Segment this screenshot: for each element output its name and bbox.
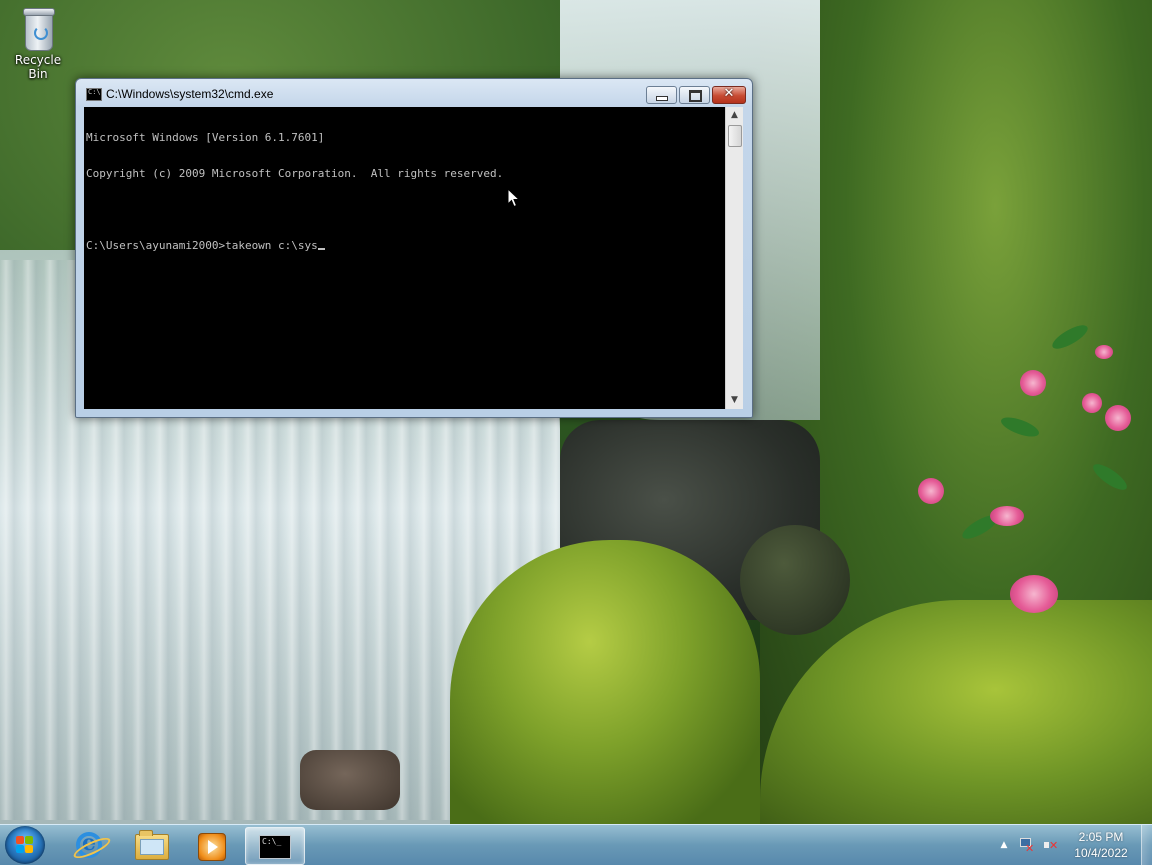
show-desktop-button[interactable] <box>1141 825 1152 865</box>
close-icon: ✕ <box>723 86 735 101</box>
show-hidden-icons-chevron-icon[interactable]: ▲ <box>997 838 1011 852</box>
clock-time: 2:05 PM <box>1078 830 1124 844</box>
maximize-button[interactable] <box>679 86 710 104</box>
wallpaper-flower <box>1082 393 1102 413</box>
minimize-button[interactable] <box>646 86 677 104</box>
cmd-icon: C:\_ <box>259 835 291 859</box>
console-line: Microsoft Windows [Version 6.1.7601] <box>86 131 325 144</box>
console-command-text: C:\Users\ayunami2000>takeown c:\sys <box>86 239 318 252</box>
console-line: Copyright (c) 2009 Microsoft Corporation… <box>86 167 504 180</box>
network-disconnected-icon[interactable] <box>1019 837 1035 855</box>
wallpaper-stone <box>300 750 400 810</box>
taskbar: C:\_ ▲ 2:05 PM 10/4/2022 <box>0 824 1152 865</box>
wallpaper-flower <box>1105 405 1131 431</box>
volume-muted-icon[interactable] <box>1043 837 1059 853</box>
internet-explorer-icon <box>76 830 102 858</box>
console-output: Microsoft Windows [Version 6.1.7601] Cop… <box>86 108 503 276</box>
console-area[interactable]: Microsoft Windows [Version 6.1.7601] Cop… <box>84 107 743 409</box>
close-button[interactable]: ✕ <box>712 86 746 104</box>
scroll-up-arrow-icon[interactable]: ▲ <box>726 107 743 124</box>
wallpaper-flower <box>1095 345 1113 359</box>
recycle-bin-shortcut[interactable]: Recycle Bin <box>4 6 72 81</box>
vertical-scrollbar[interactable]: ▲ ▼ <box>725 107 743 409</box>
wallpaper-flower <box>990 506 1024 526</box>
cmd-app-icon[interactable] <box>86 88 102 101</box>
taskbar-internet-explorer-button[interactable] <box>62 827 116 863</box>
recycle-bin-label: Recycle Bin <box>14 53 62 81</box>
wallpaper-boulder <box>740 525 850 635</box>
clock[interactable]: 2:05 PM 10/4/2022 <box>1067 829 1135 861</box>
system-tray: ▲ 2:05 PM 10/4/2022 <box>995 825 1152 865</box>
cmd-window[interactable]: C:\Windows\system32\cmd.exe ✕ Microsoft … <box>75 78 753 418</box>
media-player-icon <box>198 833 226 861</box>
scrollbar-thumb[interactable] <box>728 125 742 147</box>
taskbar-media-player-button[interactable] <box>184 827 238 863</box>
wallpaper-flower <box>1010 575 1058 613</box>
scroll-down-arrow-icon[interactable]: ▼ <box>726 392 743 409</box>
wallpaper-flower <box>1020 370 1046 396</box>
console-prompt-line: C:\Users\ayunami2000>takeown c:\sys <box>86 240 503 252</box>
window-titlebar[interactable]: C:\Windows\system32\cmd.exe ✕ <box>76 79 752 107</box>
clock-date: 10/4/2022 <box>1074 846 1128 860</box>
wallpaper-flower <box>918 478 944 504</box>
windows-logo-icon <box>16 836 34 854</box>
folder-icon <box>135 830 169 860</box>
recycle-bin-icon <box>21 8 55 51</box>
taskbar-windows-explorer-button[interactable] <box>124 827 178 863</box>
taskbar-cmd-button[interactable]: C:\_ <box>245 827 305 865</box>
window-title: C:\Windows\system32\cmd.exe <box>106 87 274 101</box>
start-button[interactable] <box>5 826 45 864</box>
text-cursor <box>317 248 325 250</box>
